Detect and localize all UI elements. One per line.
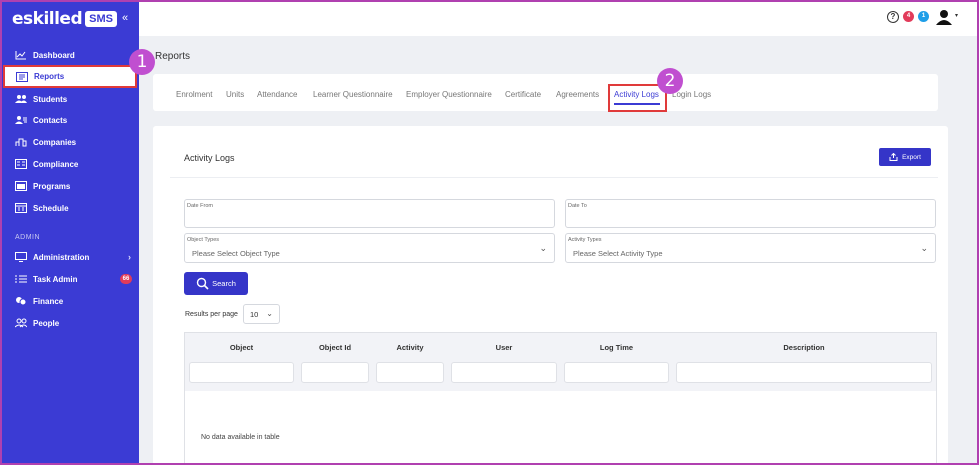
card-title: Activity Logs <box>184 153 235 163</box>
task-count-badge: 66 <box>120 274 132 284</box>
coins-icon <box>15 296 27 306</box>
card-divider <box>170 177 938 178</box>
user-avatar-icon[interactable] <box>935 9 953 25</box>
tab-certificate[interactable]: Certificate <box>505 90 541 99</box>
chevron-down-icon: ⌄ <box>920 243 928 253</box>
schedule-icon <box>15 203 27 213</box>
sidebar-item-label: Reports <box>34 72 65 81</box>
sidebar-item-label: People <box>33 318 60 328</box>
column-header-log-time[interactable]: Log Time <box>564 343 669 352</box>
sidebar-item-contacts[interactable]: Contacts <box>0 110 139 130</box>
user-menu-caret-icon[interactable]: ▾ <box>955 12 958 19</box>
sidebar-item-administration[interactable]: Administration › <box>0 247 139 267</box>
students-icon <box>15 94 27 104</box>
results-per-page-value: 10 <box>250 310 259 319</box>
export-label: Export <box>902 153 921 161</box>
sidebar-item-students[interactable]: Students <box>0 89 139 109</box>
tab-enrolment[interactable]: Enrolment <box>176 90 212 99</box>
programs-icon <box>15 181 27 191</box>
column-header-object-id[interactable]: Object Id <box>301 343 369 352</box>
results-per-page-label: Results per page <box>185 311 238 318</box>
tasks-icon <box>15 274 27 284</box>
sidebar-item-programs[interactable]: Programs <box>0 176 139 196</box>
notification-badge-alerts[interactable]: 4 <box>903 11 914 22</box>
sidebar-item-people[interactable]: People <box>0 313 139 333</box>
tab-units[interactable]: Units <box>226 90 244 99</box>
object-types-placeholder: Please Select Object Type <box>192 249 280 258</box>
sidebar-item-label: Finance <box>33 296 64 306</box>
chevron-down-icon: ⌄ <box>266 309 273 318</box>
filter-input-log-time[interactable] <box>564 362 669 383</box>
monitor-icon <box>15 252 27 262</box>
top-bar <box>139 0 979 36</box>
sidebar-item-compliance[interactable]: Compliance <box>0 154 139 174</box>
people-icon <box>15 318 27 328</box>
search-label: Search <box>212 279 236 288</box>
column-header-object[interactable]: Object <box>189 343 294 352</box>
search-icon <box>196 277 209 290</box>
notification-badge-messages[interactable]: 1 <box>918 11 929 22</box>
date-to-field[interactable]: Date To <box>565 199 936 228</box>
logo-text: eskilled <box>12 9 83 29</box>
sidebar-item-label: Companies <box>33 137 77 147</box>
page-title: Reports <box>155 51 191 62</box>
export-icon <box>889 152 898 161</box>
sidebar-item-finance[interactable]: Finance <box>0 291 139 311</box>
activity-types-placeholder: Please Select Activity Type <box>573 249 663 258</box>
highlight-box-activity-logs <box>608 84 667 112</box>
column-header-description[interactable]: Description <box>676 343 932 352</box>
sidebar-item-label: Administration <box>33 252 90 262</box>
table-body <box>185 391 936 465</box>
column-header-user[interactable]: User <box>451 343 557 352</box>
sidebar-item-task-admin[interactable]: Task Admin 66 <box>0 269 139 289</box>
admin-section-label: ADMIN <box>15 234 41 241</box>
logo-badge: SMS <box>85 11 117 27</box>
callout-1: 1 <box>129 49 155 75</box>
sidebar-item-label: Compliance <box>33 159 79 169</box>
date-from-field[interactable]: Date From <box>184 199 555 228</box>
filter-input-activity[interactable] <box>376 362 444 383</box>
sidebar-item-dashboard[interactable]: Dashboard <box>0 45 139 65</box>
sidebar-item-label: Schedule <box>33 203 69 213</box>
collapse-sidebar-icon[interactable]: « <box>122 12 128 24</box>
activity-types-label: Activity Types <box>568 237 602 243</box>
chevron-right-icon: › <box>128 252 131 262</box>
results-per-page-select[interactable]: 10 ⌄ <box>243 304 280 324</box>
chevron-down-icon: ⌄ <box>539 243 547 253</box>
sidebar: eskilled SMS « Dashboard Reports Student… <box>0 0 139 465</box>
filter-input-description[interactable] <box>676 362 932 383</box>
contacts-icon <box>15 115 27 125</box>
filter-input-object[interactable] <box>189 362 294 383</box>
chart-line-icon <box>15 50 27 60</box>
logo[interactable]: eskilled SMS <box>12 8 117 30</box>
tab-learner-questionnaire[interactable]: Learner Questionnaire <box>313 90 393 99</box>
callout-2: 2 <box>657 68 683 94</box>
column-header-activity[interactable]: Activity <box>376 343 444 352</box>
tab-employer-questionnaire[interactable]: Employer Questionnaire <box>406 90 492 99</box>
sidebar-item-label: Students <box>33 94 68 104</box>
date-from-label: Date From <box>187 203 213 209</box>
sidebar-item-label: Dashboard <box>33 50 75 60</box>
empty-table-message: No data available in table <box>201 434 280 441</box>
report-icon <box>16 71 28 82</box>
sidebar-item-companies[interactable]: Companies <box>0 132 139 152</box>
export-button[interactable]: Export <box>879 148 931 166</box>
companies-icon <box>15 137 27 147</box>
filter-input-user[interactable] <box>451 362 557 383</box>
tab-agreements[interactable]: Agreements <box>556 90 599 99</box>
object-types-select[interactable]: Object Types Please Select Object Type ⌄ <box>184 233 555 263</box>
tab-attendance[interactable]: Attendance <box>257 90 297 99</box>
sidebar-item-label: Task Admin <box>33 274 78 284</box>
compliance-icon <box>15 159 27 169</box>
sidebar-item-reports[interactable]: Reports <box>3 65 137 88</box>
sidebar-item-label: Programs <box>33 181 71 191</box>
search-button[interactable]: Search <box>184 272 248 295</box>
object-types-label: Object Types <box>187 237 219 243</box>
filter-input-object-id[interactable] <box>301 362 369 383</box>
sidebar-item-schedule[interactable]: Schedule <box>0 198 139 218</box>
date-to-label: Date To <box>568 203 587 209</box>
sidebar-item-label: Contacts <box>33 115 68 125</box>
activity-types-select[interactable]: Activity Types Please Select Activity Ty… <box>565 233 936 263</box>
help-icon[interactable]: ? <box>887 11 899 23</box>
